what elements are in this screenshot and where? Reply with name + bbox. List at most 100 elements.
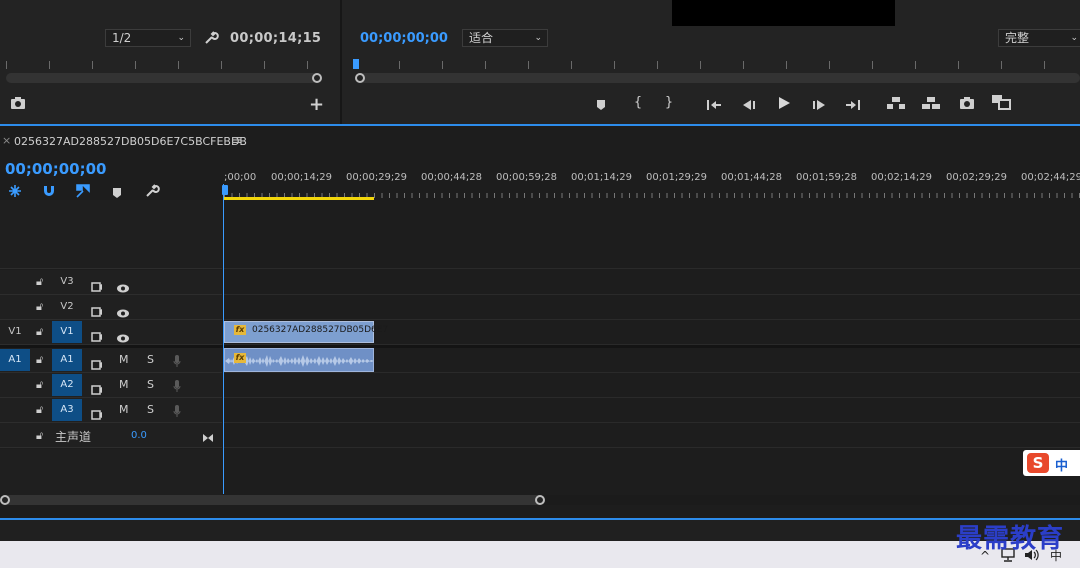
track-name-v3[interactable]: V3 <box>52 271 82 293</box>
premiere-window: 1/2 ⌄ 00;00;14;15 + 00;00;00;00 适合 ⌄ 完整 … <box>0 0 1080 568</box>
go-to-out-icon[interactable] <box>845 96 861 115</box>
source-timecode[interactable]: 00;00;14;15 <box>230 31 321 46</box>
source-patch-v1[interactable]: V1 <box>0 321 30 343</box>
ruler-label: 00;00;14;29 <box>271 172 333 183</box>
timeline-timecode[interactable]: 00;00;00;00 <box>5 160 107 178</box>
track-lane-v3[interactable] <box>224 270 1080 295</box>
program-quality-select[interactable]: 完整 ⌄ <box>998 29 1080 47</box>
lock-icon[interactable]: 🔓︎ <box>36 429 43 443</box>
sync-lock-icon[interactable] <box>91 327 103 346</box>
mark-out-icon[interactable]: } <box>664 95 674 111</box>
lock-icon[interactable]: 🔓︎ <box>36 275 43 289</box>
microphone-icon[interactable] <box>173 378 181 397</box>
fx-badge[interactable]: fx <box>234 353 246 363</box>
master-volume-value[interactable]: 0.0 <box>131 430 147 441</box>
sync-lock-icon[interactable] <box>91 355 103 374</box>
ruler-label: 00;00;44;28 <box>421 172 483 183</box>
program-quality-value: 完整 <box>1005 31 1030 45</box>
ruler-label: 00;01;59;28 <box>796 172 858 183</box>
mute-button[interactable]: M <box>119 403 129 416</box>
audio-clip[interactable]: fx <box>224 348 374 372</box>
step-forward-icon[interactable] <box>812 96 826 115</box>
track-lane-v2[interactable] <box>224 295 1080 320</box>
extract-icon[interactable] <box>921 95 941 114</box>
microphone-icon[interactable] <box>173 403 181 422</box>
track-lane-a2[interactable] <box>224 373 1080 398</box>
chevron-down-icon: ⌄ <box>177 33 185 43</box>
chevron-down-icon: ⌄ <box>1070 33 1078 43</box>
video-clip[interactable]: fx 0256327AD288527DB05D6E7 <box>224 321 388 343</box>
sync-lock-icon[interactable] <box>91 277 103 296</box>
timeline-scroll-right-handle[interactable] <box>535 495 545 505</box>
track-header-a2: 🔓︎ A2 M S <box>0 373 222 398</box>
source-resolution-select[interactable]: 1/2 ⌄ <box>105 29 191 47</box>
track-name-v2[interactable]: V2 <box>52 296 82 318</box>
source-zoom-handle[interactable] <box>312 73 322 83</box>
sync-lock-icon[interactable] <box>91 302 103 321</box>
sequence-tab-title[interactable]: 0256327AD288527DB05D6E7C5BCFEBDB <box>14 135 247 148</box>
close-tab-icon[interactable]: × <box>2 134 11 147</box>
playhead-line[interactable] <box>223 184 224 494</box>
program-playhead-icon[interactable] <box>353 59 359 69</box>
source-time-ruler[interactable] <box>6 61 316 69</box>
timeline-scrollbar[interactable] <box>4 495 544 505</box>
track-lane-master[interactable] <box>224 423 1080 448</box>
solo-button[interactable]: S <box>147 403 154 416</box>
mute-button[interactable]: M <box>119 378 129 391</box>
microphone-icon[interactable] <box>173 353 181 372</box>
timeline-scroll-left-handle[interactable] <box>0 495 10 505</box>
bowtie-icon[interactable] <box>202 428 214 447</box>
program-timecode[interactable]: 00;00;00;00 <box>360 31 448 46</box>
play-icon[interactable] <box>777 95 791 114</box>
program-zoom-select[interactable]: 适合 ⌄ <box>462 29 548 47</box>
track-name-a1[interactable]: A1 <box>52 349 82 371</box>
lock-icon[interactable]: 🔓︎ <box>36 403 43 417</box>
mute-button[interactable]: M <box>119 353 129 366</box>
solo-button[interactable]: S <box>147 378 154 391</box>
track-header-a1: A1 🔓︎ A1 M S <box>0 348 222 373</box>
ime-mode-indicator[interactable]: 中 <box>1055 455 1068 474</box>
camera-icon[interactable] <box>10 95 26 114</box>
watermark-text: 最需教育 <box>956 524 1065 554</box>
program-time-ruler[interactable] <box>356 61 1080 69</box>
fx-badge[interactable]: fx <box>234 325 246 335</box>
track-header-a3: 🔓︎ A3 M S <box>0 398 222 423</box>
chevron-down-icon: ⌄ <box>534 33 542 43</box>
lock-icon[interactable]: 🔓︎ <box>36 325 43 339</box>
ruler-label: 00;02;29;29 <box>946 172 1008 183</box>
track-name-a2[interactable]: A2 <box>52 374 82 396</box>
marker-icon[interactable] <box>596 96 606 115</box>
track-lane-a3[interactable] <box>224 398 1080 423</box>
sync-lock-icon[interactable] <box>91 380 103 399</box>
track-header-v1: V1 🔓︎ V1 <box>0 320 222 345</box>
program-zoom-handle[interactable] <box>355 73 365 83</box>
video-empty-lane[interactable] <box>224 200 1080 269</box>
export-frame-icon[interactable] <box>959 95 975 114</box>
playhead-handle[interactable] <box>222 185 228 195</box>
program-zoom-value: 适合 <box>469 31 494 45</box>
track-header-v3: 🔓︎ V3 <box>0 270 222 295</box>
source-patch-a1[interactable]: A1 <box>0 349 30 371</box>
sogou-logo[interactable]: S <box>1027 453 1049 473</box>
lock-icon[interactable]: 🔓︎ <box>36 378 43 392</box>
ruler-label: 00;02;44;29 <box>1021 172 1080 183</box>
add-button-icon[interactable]: + <box>309 94 324 115</box>
mark-in-icon[interactable]: { <box>633 95 643 111</box>
sync-lock-icon[interactable] <box>91 405 103 424</box>
ruler-label: 00;00;29;29 <box>346 172 408 183</box>
go-to-in-icon[interactable] <box>706 96 722 115</box>
track-name-v1[interactable]: V1 <box>52 321 82 343</box>
lock-icon[interactable]: 🔓︎ <box>36 300 43 314</box>
source-monitor: 1/2 ⌄ 00;00;14;15 + <box>0 0 340 124</box>
comparison-view-icon[interactable] <box>991 94 1011 114</box>
panel-menu-icon[interactable]: ≡ <box>231 133 242 148</box>
program-zoom-scrollbar[interactable] <box>356 73 1080 83</box>
track-name-a3[interactable]: A3 <box>52 399 82 421</box>
lift-icon[interactable] <box>886 95 906 114</box>
windows-taskbar: ^ 中 <box>0 541 1080 568</box>
step-back-icon[interactable] <box>742 96 756 115</box>
lock-icon[interactable]: 🔓︎ <box>36 353 43 367</box>
solo-button[interactable]: S <box>147 353 154 366</box>
wrench-icon[interactable] <box>203 30 219 50</box>
source-zoom-scrollbar[interactable] <box>6 73 318 83</box>
